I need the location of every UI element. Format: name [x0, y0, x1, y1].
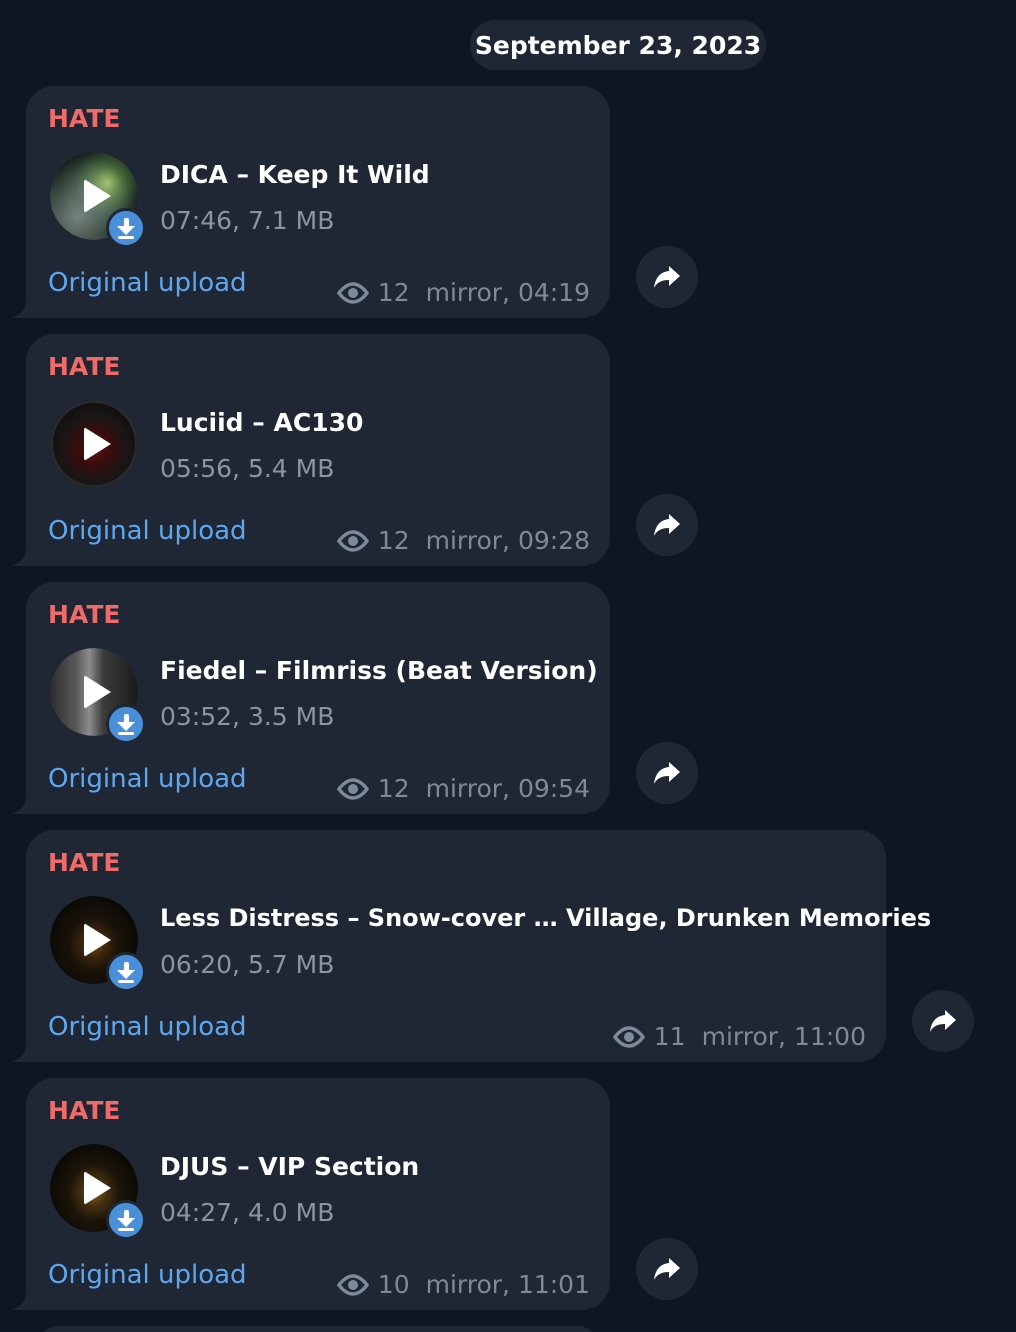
message: HATE DICA – Keep It Wild 07:46, 7.1 MB O… [14, 86, 610, 318]
message-footer: 12 mirror, 04:19 [336, 278, 590, 307]
track-meta: 03:52, 3.5 MB [160, 702, 335, 731]
play-icon [84, 427, 111, 461]
message: HATE Fiedel – Filmriss (Beat Version) 03… [14, 582, 610, 814]
audio-play-button[interactable] [50, 400, 138, 488]
original-upload-link[interactable]: Original upload [48, 268, 247, 298]
message-footer: 12 mirror, 09:28 [336, 526, 590, 555]
message-bubble: HATE DJUS – VIP Section 04:27, 4.0 MB Or… [26, 1078, 610, 1310]
view-count: 12 [377, 526, 410, 555]
eye-icon [336, 1273, 369, 1296]
share-arrow-icon [654, 762, 680, 784]
message-time: mirror, 09:28 [425, 526, 590, 555]
eye-icon [336, 529, 369, 552]
message-time: mirror, 11:01 [425, 1270, 590, 1299]
sender-name[interactable]: HATE [48, 104, 120, 133]
share-arrow-icon [930, 1010, 956, 1032]
sender-name[interactable]: HATE [48, 352, 120, 381]
message: HATE Less Distress – Snow-cover … Villag… [14, 830, 931, 1062]
track-title: DICA – Keep It Wild [160, 160, 430, 189]
track-meta: 04:27, 4.0 MB [160, 1198, 335, 1227]
date-separator-label: September 23, 2023 [474, 30, 762, 60]
view-count: 12 [377, 774, 410, 803]
track-title: Less Distress – Snow-cover … Village, Dr… [160, 904, 932, 932]
sender-name[interactable]: HATE [48, 1096, 120, 1125]
message-bubble: HATE Fiedel – Filmriss (Beat Version) 03… [26, 582, 610, 814]
track-title: DJUS – VIP Section [160, 1152, 420, 1181]
original-upload-link[interactable]: Original upload [48, 1012, 247, 1042]
download-button[interactable] [106, 208, 146, 248]
message-time: mirror, 04:19 [425, 278, 590, 307]
message-footer: 12 mirror, 09:54 [336, 774, 590, 803]
message-time: mirror, 11:00 [701, 1022, 866, 1051]
track-title: Fiedel – Filmriss (Beat Version) [160, 656, 598, 685]
view-count: 12 [377, 278, 410, 307]
message-bubble: HATE DICA – Keep It Wild 07:46, 7.1 MB O… [26, 86, 610, 318]
share-arrow-icon [654, 514, 680, 536]
share-button[interactable] [636, 494, 698, 556]
message-bubble: HATE Luciid – AC130 05:56, 5.4 MB Origin… [26, 334, 610, 566]
share-button[interactable] [636, 742, 698, 804]
share-button[interactable] [636, 246, 698, 308]
share-button[interactable] [912, 990, 974, 1052]
download-button[interactable] [106, 1200, 146, 1240]
date-separator: September 23, 2023 [470, 20, 766, 70]
next-message-peek [38, 1326, 598, 1332]
play-icon [84, 1171, 111, 1205]
track-meta: 06:20, 5.7 MB [160, 950, 335, 979]
download-button[interactable] [106, 704, 146, 744]
track-meta: 07:46, 7.1 MB [160, 206, 335, 235]
eye-icon [336, 777, 369, 800]
play-icon [84, 923, 111, 957]
sender-name[interactable]: HATE [48, 848, 120, 877]
original-upload-link[interactable]: Original upload [48, 1260, 247, 1290]
original-upload-link[interactable]: Original upload [48, 516, 247, 546]
message: HATE DJUS – VIP Section 04:27, 4.0 MB Or… [14, 1078, 610, 1310]
view-count: 11 [653, 1022, 686, 1051]
original-upload-link[interactable]: Original upload [48, 764, 247, 794]
message-footer: 10 mirror, 11:01 [336, 1270, 590, 1299]
share-arrow-icon [654, 1258, 680, 1280]
track-title: Luciid – AC130 [160, 408, 364, 437]
message-time: mirror, 09:54 [425, 774, 590, 803]
eye-icon [612, 1025, 645, 1048]
message-bubble: HATE Less Distress – Snow-cover … Villag… [26, 830, 931, 1062]
play-icon [84, 179, 111, 213]
share-arrow-icon [654, 266, 680, 288]
message: HATE Luciid – AC130 05:56, 5.4 MB Origin… [14, 334, 610, 566]
message-footer: 11 mirror, 11:00 [612, 1022, 866, 1051]
download-button[interactable] [106, 952, 146, 992]
share-button[interactable] [636, 1238, 698, 1300]
sender-name[interactable]: HATE [48, 600, 120, 629]
eye-icon [336, 281, 369, 304]
view-count: 10 [377, 1270, 410, 1299]
play-icon [84, 675, 111, 709]
track-meta: 05:56, 5.4 MB [160, 454, 335, 483]
